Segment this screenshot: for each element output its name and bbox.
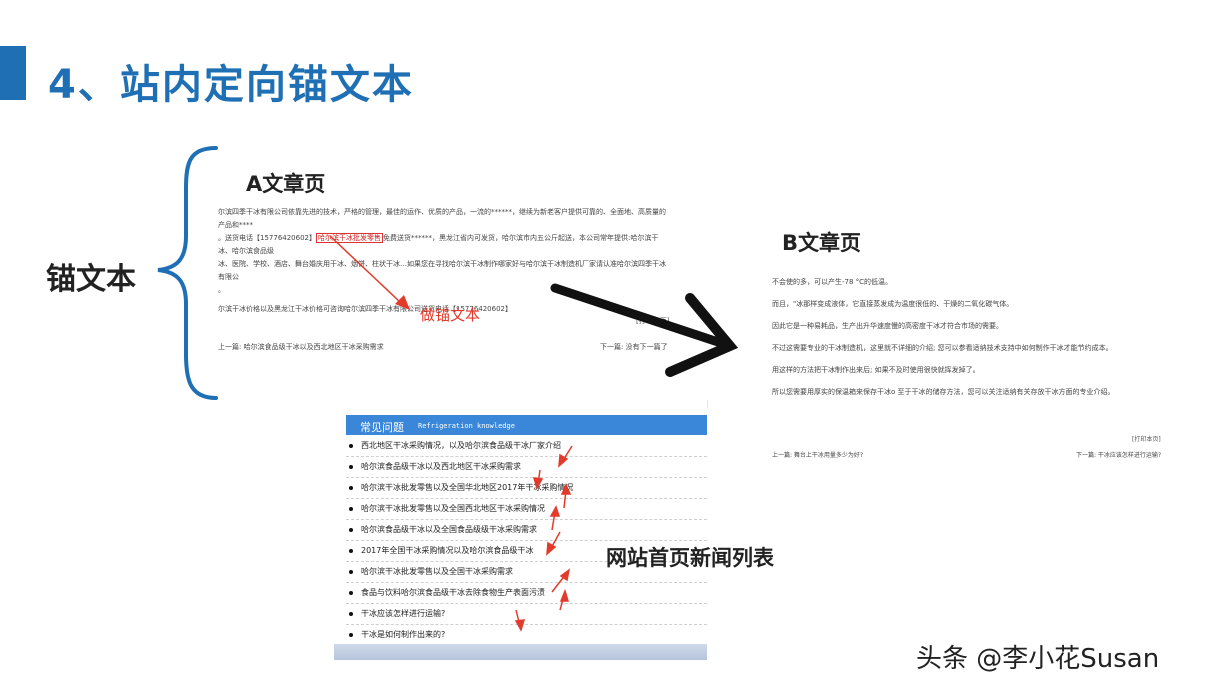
anchor-link[interactable]: 哈尔滨干冰批发零售 (316, 233, 383, 243)
news-list-panel: 常见问题 Refrigeration knowledge 西北地区干冰采购情况，… (334, 400, 707, 660)
article-a-content: 尔滨四季干冰有限公司依靠先进的技术，严格的管理，最佳的运作、优质的产品，一流的*… (218, 206, 668, 316)
news-header: 常见问题 Refrigeration knowledge (346, 415, 707, 435)
article-a-prev-link[interactable]: 上一篇: 哈尔滨食品级干冰以及西北地区干冰采购需求 (218, 342, 384, 352)
article-a-line3: 冰、医院、学校、酒店、舞台婚庆用干冰、烟饼、柱状干冰…如果您在寻找哈尔滨干冰制作… (218, 260, 666, 281)
article-a-next-link[interactable]: 下一篇: 没有下一篇了 (600, 342, 668, 352)
bullet-icon (349, 612, 353, 616)
news-item-label: 干冰是如何制作出来的? (361, 630, 446, 639)
news-item[interactable]: 西北地区干冰采购情况，以及哈尔滨食品级干冰厂家介绍 (346, 436, 707, 457)
news-list: 西北地区干冰采购情况，以及哈尔滨食品级干冰厂家介绍 哈尔滨食品级干冰以及西北地区… (346, 436, 707, 646)
bullet-icon (349, 633, 353, 637)
article-b-paragraph: 用这样的方法把干冰制作出来后; 如果不及时使用很快就挥发掉了。 (772, 366, 980, 374)
bullet-icon (349, 444, 353, 448)
article-b-next-link[interactable]: 下一篇: 干冰应该怎样进行运输? (1076, 450, 1161, 459)
news-item-label: 哈尔滨干冰批发零售以及全国西北地区干冰采购情况 (361, 504, 545, 513)
article-b-paragraph: 因此它是一种易耗品，生产出升华速度慢的高密度干冰才符合市场的需要。 (772, 322, 1003, 330)
news-item[interactable]: 哈尔滨食品级干冰以及西北地区干冰采购需求 (346, 457, 707, 478)
article-a-line2: 。送货电话【15776420602】 哈尔滨干冰批发零售 免费送货******，黑龙… (218, 232, 668, 258)
article-b-paragraph: 所以您需要用厚实的保温箱来保存干冰o 至于干冰的储存方法，您可以关注适纳有关存放… (772, 388, 1115, 396)
news-item-label: 干冰应该怎样进行运输? (361, 609, 446, 618)
article-b-paragraph: 而且，"冰那样变成液体，它直接蒸发成为温度很低的、干燥的二氧化碳气体。 (772, 300, 1014, 308)
article-b-paragraph: 不会使的多，可以产生-78 °C的低温。 (772, 278, 893, 286)
bullet-icon (349, 528, 353, 532)
article-b-heading: B文章页 (782, 231, 862, 255)
article-a-print-link[interactable]: [打印本页] (636, 316, 669, 326)
news-item[interactable]: 干冰应该怎样进行运输? (346, 604, 707, 625)
bullet-icon (349, 507, 353, 511)
news-item-label: 2017年全国干冰采购情况以及哈尔滨食品级干冰 (361, 546, 534, 555)
news-header-title: 常见问题 (360, 421, 404, 434)
article-a-line2-before: 。送货电话【15776420602】 (218, 234, 316, 242)
news-item[interactable]: 哈尔滨食品级干冰以及全国食品级级干冰采购需求 (346, 520, 707, 541)
article-b-prev-link[interactable]: 上一篇: 舞台上干冰用量多少为好? (772, 450, 863, 459)
news-footer-bar (334, 644, 707, 660)
bullet-icon (349, 465, 353, 469)
bullet-icon (349, 570, 353, 574)
watermark: 头条 @李小花Susan (916, 644, 1160, 674)
article-a-line1: 尔滨四季干冰有限公司依靠先进的技术，严格的管理，最佳的运作、优质的产品，一流的*… (218, 208, 666, 229)
news-item[interactable]: 哈尔滨干冰批发零售以及全国西北地区干冰采购情况 (346, 499, 707, 520)
article-b-print-link[interactable]: [打印本页] (1132, 434, 1161, 443)
news-item-label: 西北地区干冰采购情况，以及哈尔滨食品级干冰厂家介绍 (361, 441, 561, 450)
news-item[interactable]: 食品与饮料哈尔滨食品级干冰去除食物生产表面污渍 (346, 583, 707, 604)
anchor-text-label: 锚文本 (46, 262, 136, 297)
news-item-label: 哈尔滨食品级干冰以及西北地区干冰采购需求 (361, 462, 521, 471)
anchor-note: 做锚文本 (420, 306, 481, 324)
bullet-icon (349, 486, 353, 490)
bullet-icon (349, 549, 353, 553)
news-item-label: 哈尔滨食品级干冰以及全国食品级级干冰采购需求 (361, 525, 537, 534)
slide-title: 4、站内定向锚文本 (48, 62, 414, 108)
bullet-icon (349, 591, 353, 595)
news-item-label: 哈尔滨干冰批发零售以及全国华北地区2017年干冰采购情况 (361, 483, 574, 492)
news-list-label: 网站首页新闻列表 (606, 546, 774, 570)
article-a-line4: 。 (218, 286, 225, 294)
news-item-label: 食品与饮料哈尔滨食品级干冰去除食物生产表面污渍 (361, 588, 545, 597)
article-b-paragraph: 不过这需要专业的干冰制造机，这里就不详细的介绍; 您可以参看适纳技术支持中如何制… (772, 344, 1113, 352)
article-a-heading: A文章页 (246, 172, 326, 196)
news-item[interactable]: 哈尔滨干冰批发零售以及全国华北地区2017年干冰采购情况 (346, 478, 707, 499)
article-b-content: 不会使的多，可以产生-78 °C的低温。 而且，"冰那样变成液体，它直接蒸发成为… (772, 276, 1167, 408)
news-item-label: 哈尔滨干冰批发零售以及全国干冰采购需求 (361, 567, 513, 576)
news-header-subtitle: Refrigeration knowledge (418, 422, 515, 430)
news-item[interactable]: 干冰是如何制作出来的? (346, 625, 707, 646)
title-accent-bar (0, 46, 26, 100)
